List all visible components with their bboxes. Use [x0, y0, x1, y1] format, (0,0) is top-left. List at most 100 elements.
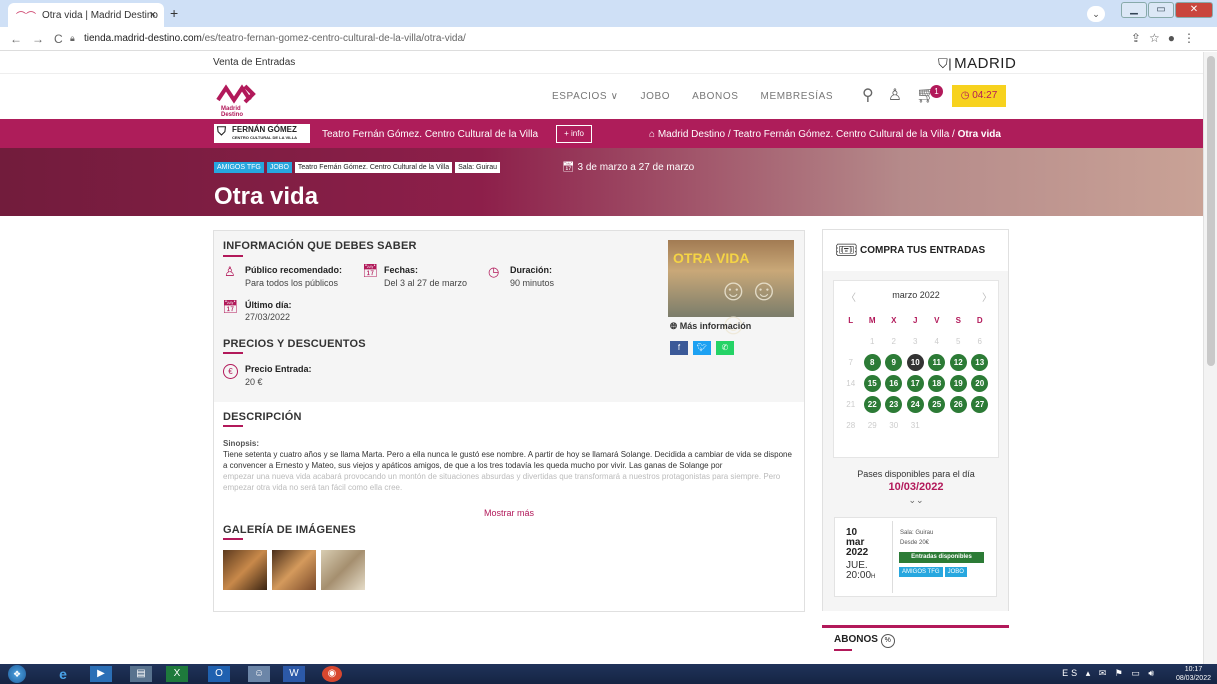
calendar-day: 6: [977, 337, 982, 346]
info-section-title: INFORMACIÓN QUE DEBES SABER: [223, 240, 417, 252]
outlook-icon[interactable]: O: [208, 666, 230, 682]
fernan-gomez-logo[interactable]: ⛉ FERNÁN GÓMEZ CENTRO CULTURAL DE LA VIL…: [214, 124, 310, 143]
event-poster-image[interactable]: OTRA VIDA ☺☺☺: [668, 240, 794, 341]
compra-title: COMPRA TUS ENTRADAS: [860, 245, 986, 256]
madrid-destino-logo[interactable]: Madrid Destino: [215, 80, 260, 118]
cart-count-badge: 1: [930, 85, 943, 98]
calendar-day[interactable]: 16: [885, 375, 903, 392]
chrome-icon[interactable]: ◉: [322, 666, 342, 682]
scrollbar-thumb[interactable]: [1207, 56, 1215, 366]
twitter-icon[interactable]: 🐦︎: [693, 341, 711, 355]
maximize-icon[interactable]: ▭: [1148, 2, 1174, 18]
tag-jobo[interactable]: JOBO: [266, 162, 292, 173]
calendar-day: 30: [889, 421, 899, 430]
tag-jobo[interactable]: JOBO: [944, 567, 967, 577]
fechas-label: Fechas:: [384, 265, 419, 275]
calendar-day-header: X: [891, 316, 897, 325]
app-icon[interactable]: ▤: [130, 666, 152, 682]
gallery-thumb[interactable]: [272, 550, 316, 590]
session-price: Desde 20€: [900, 540, 930, 546]
calendar-day: 28: [846, 421, 856, 430]
excel-icon[interactable]: X: [166, 666, 188, 682]
facebook-icon[interactable]: f: [670, 341, 688, 355]
entradas-disponibles-badge[interactable]: Entradas disponibles: [899, 552, 984, 563]
precio-label: Precio Entrada:: [245, 364, 312, 374]
page-title: Otra vida: [214, 183, 319, 210]
page-scrollbar[interactable]: [1203, 52, 1217, 664]
tag-amigos-tfg[interactable]: AMIGOS TFG: [899, 567, 943, 577]
tag-amigos-tfg[interactable]: AMIGOS TFG: [214, 162, 264, 173]
bookmark-star-icon[interactable]: ☆: [1149, 31, 1168, 45]
tab-close-icon[interactable]: ×: [150, 9, 156, 21]
taskbar-clock[interactable]: 10:17 08/03/2022: [1176, 665, 1211, 683]
person-icon: ♙: [224, 264, 236, 279]
gallery-thumb[interactable]: [321, 550, 365, 590]
calendar-day[interactable]: 24: [906, 396, 924, 413]
calendar-day[interactable]: 12: [949, 354, 967, 371]
forward-icon[interactable]: →: [32, 32, 54, 46]
share-icon[interactable]: ⇪: [1131, 31, 1149, 45]
duracion-label: Duración:: [510, 265, 553, 275]
minimize-icon[interactable]: ▁: [1121, 2, 1147, 18]
back-icon[interactable]: ←: [10, 32, 32, 46]
nav-jobo[interactable]: JOBO: [640, 91, 670, 102]
calendar-day[interactable]: 20: [971, 375, 989, 392]
calendar-empty: [840, 333, 862, 350]
chevron-right-icon[interactable]: 〉: [982, 289, 992, 304]
calendar-month: marzo 2022: [892, 290, 940, 300]
new-tab-button[interactable]: +: [170, 5, 178, 21]
calendar-day[interactable]: 25: [928, 396, 946, 413]
breadcrumb-path[interactable]: ⌂ Madrid Destino / Teatro Fernán Gómez. …: [649, 129, 958, 140]
mostrar-mas-link[interactable]: Mostrar más: [484, 508, 534, 518]
nav-espacios[interactable]: ESPACIOS ∨: [552, 91, 618, 102]
calendar-day[interactable]: 9: [885, 354, 903, 371]
close-window-icon[interactable]: ✕: [1175, 2, 1213, 18]
calendar-day[interactable]: 17: [906, 375, 924, 392]
madrid-crest-icon: ⛉: [217, 124, 227, 138]
user-icon[interactable]: ♙: [888, 85, 902, 105]
search-icon[interactable]: ⚲: [862, 85, 874, 105]
hero-dates: 📅︎ 3 de marzo a 27 de marzo: [562, 162, 695, 173]
calendar-day[interactable]: 27: [971, 396, 989, 413]
calendar-day[interactable]: 23: [885, 396, 903, 413]
calendar-day[interactable]: 10: [906, 354, 924, 371]
app-icon[interactable]: ▶: [90, 666, 112, 682]
calendar-day[interactable]: 15: [863, 375, 881, 392]
ie-icon[interactable]: e: [52, 666, 74, 682]
app-icon[interactable]: ☺: [248, 666, 270, 682]
fechas-value: Del 3 al 27 de marzo: [384, 278, 468, 288]
calendar-day[interactable]: 8: [863, 354, 881, 371]
calendar-day: 29: [867, 421, 877, 430]
tab-search-icon[interactable]: ⌄: [1087, 6, 1105, 22]
calendar-day[interactable]: 11: [928, 354, 946, 371]
whatsapp-icon[interactable]: ✆: [716, 341, 734, 355]
section-underline: [223, 425, 243, 427]
browser-nav-buttons: ←→C: [10, 32, 73, 46]
venta-entradas-label: Venta de Entradas: [213, 57, 296, 68]
nav-abonos[interactable]: ABONOS: [692, 91, 738, 102]
start-button-icon[interactable]: ❖: [8, 665, 26, 683]
madrid-logo[interactable]: ⛉| MADRID: [938, 55, 1016, 72]
chevron-down-icon[interactable]: ⌄⌄: [833, 495, 999, 506]
url-field[interactable]: tienda.madrid-destino.com/es/teatro-fern…: [84, 33, 466, 44]
venue-info-button[interactable]: + info: [556, 125, 592, 143]
calendar-day[interactable]: 22: [863, 396, 881, 413]
calendar-day: 21: [846, 400, 856, 409]
calendar-day: 3: [913, 337, 918, 346]
calendar-day: 1: [870, 337, 875, 346]
gallery-thumb[interactable]: [223, 550, 267, 590]
lock-icon[interactable]: 🔒︎: [70, 33, 75, 44]
calendar-day: 5: [956, 337, 961, 346]
nav-membresias[interactable]: MEMBRESÍAS: [761, 91, 834, 102]
madrid-crest-icon: ⛉|: [938, 56, 953, 71]
calendar-day[interactable]: 26: [949, 396, 967, 413]
calendar-day[interactable]: 19: [949, 375, 967, 392]
calendar-day[interactable]: 18: [928, 375, 946, 392]
calendar-day[interactable]: 13: [971, 354, 989, 371]
hero-banner: [0, 148, 1203, 216]
profile-icon[interactable]: ●: [1168, 31, 1183, 45]
word-icon[interactable]: W: [283, 666, 305, 682]
menu-dots-icon[interactable]: ⋮: [1183, 31, 1203, 45]
browser-tab[interactable]: ⌒⌒ Otra vida | Madrid Destino ×: [8, 3, 164, 27]
mas-informacion-link[interactable]: 🌐︎ Más información: [670, 321, 751, 332]
